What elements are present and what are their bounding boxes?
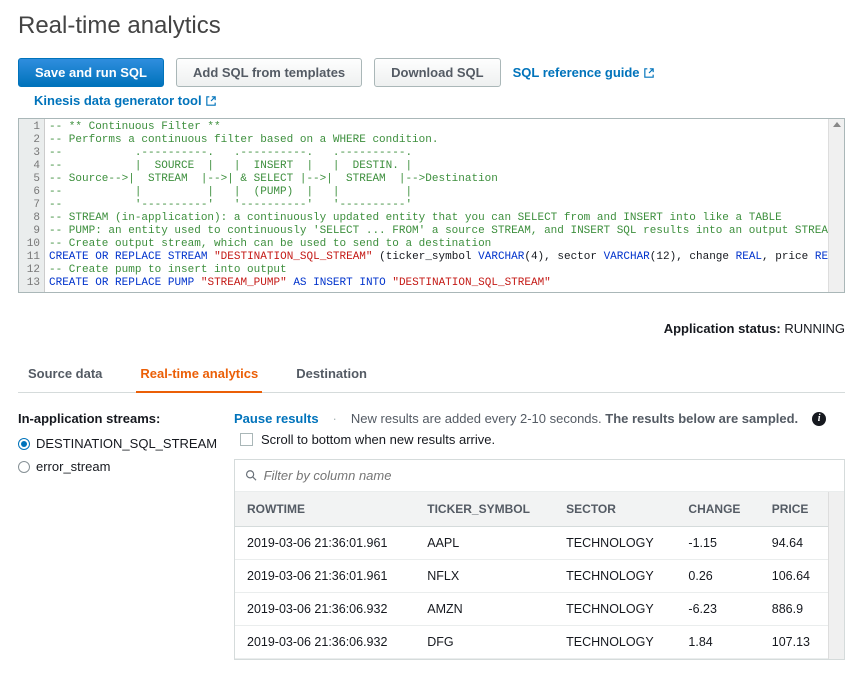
pause-results-link[interactable]: Pause results bbox=[234, 411, 319, 426]
tab-realtime[interactable]: Real-time analytics bbox=[136, 356, 262, 393]
cell: -1.15 bbox=[676, 527, 759, 560]
streams-heading: In-application streams: bbox=[18, 411, 218, 426]
cell: TECHNOLOGY bbox=[554, 527, 676, 560]
editor-code[interactable]: -- ** Continuous Filter **-- Performs a … bbox=[45, 119, 844, 292]
cell: TECHNOLOGY bbox=[554, 560, 676, 593]
cell: AAPL bbox=[415, 527, 554, 560]
cell: NFLX bbox=[415, 560, 554, 593]
application-status: Application status: RUNNING bbox=[18, 321, 845, 336]
cell: 2019-03-06 21:36:06.932 bbox=[235, 593, 415, 626]
cell: 2019-03-06 21:36:01.961 bbox=[235, 527, 415, 560]
results-note: New results are added every 2-10 seconds… bbox=[351, 411, 798, 426]
col-rowtime[interactable]: ROWTIME bbox=[235, 492, 415, 527]
search-icon bbox=[245, 469, 258, 482]
col-change[interactable]: CHANGE bbox=[676, 492, 759, 527]
cell: 106.64 bbox=[760, 560, 828, 593]
tab-source[interactable]: Source data bbox=[24, 356, 106, 393]
results-table-wrap: ROWTIMETICKER_SYMBOLSECTORCHANGEPRICE 20… bbox=[234, 459, 845, 660]
page-title: Real-time analytics bbox=[18, 12, 845, 40]
stream-label: DESTINATION_SQL_STREAM bbox=[36, 436, 217, 451]
scroll-bottom-checkbox-row[interactable]: Scroll to bottom when new results arrive… bbox=[240, 432, 845, 447]
sql-reference-link[interactable]: SQL reference guide bbox=[513, 65, 654, 80]
table-row[interactable]: 2019-03-06 21:36:01.961AAPLTECHNOLOGY-1.… bbox=[235, 527, 828, 560]
sql-reference-label: SQL reference guide bbox=[513, 65, 640, 80]
cell: 1.84 bbox=[676, 626, 759, 659]
save-run-sql-button[interactable]: Save and run SQL bbox=[18, 58, 164, 87]
tab-dest[interactable]: Destination bbox=[292, 356, 371, 393]
stream-err[interactable]: error_stream bbox=[18, 459, 218, 474]
radio-icon bbox=[18, 461, 30, 473]
cell: AMZN bbox=[415, 593, 554, 626]
filter-input[interactable] bbox=[264, 468, 834, 483]
kinesis-generator-link[interactable]: Kinesis data generator tool bbox=[34, 93, 216, 108]
filter-bar bbox=[235, 460, 844, 492]
sql-editor[interactable]: 12345678910111213 -- ** Continuous Filte… bbox=[18, 118, 845, 293]
tabs: Source data Real-time analytics Destinatio… bbox=[18, 356, 845, 393]
stream-label: error_stream bbox=[36, 459, 110, 474]
status-label: Application status: bbox=[664, 321, 781, 336]
cell: 2019-03-06 21:36:06.932 bbox=[235, 626, 415, 659]
cell: 886.9 bbox=[760, 593, 828, 626]
external-link-icon bbox=[644, 68, 654, 78]
cell: TECHNOLOGY bbox=[554, 593, 676, 626]
table-row[interactable]: 2019-03-06 21:36:06.932AMZNTECHNOLOGY-6.… bbox=[235, 593, 828, 626]
col-sector[interactable]: SECTOR bbox=[554, 492, 676, 527]
table-row[interactable]: 2019-03-06 21:36:01.961NFLXTECHNOLOGY0.2… bbox=[235, 560, 828, 593]
editor-gutter: 12345678910111213 bbox=[19, 119, 45, 292]
cell: -6.23 bbox=[676, 593, 759, 626]
streams-sidebar: In-application streams: DESTINATION_SQL_… bbox=[18, 411, 218, 660]
external-link-icon bbox=[206, 96, 216, 106]
scroll-bottom-checkbox[interactable] bbox=[240, 433, 253, 446]
cell: TECHNOLOGY bbox=[554, 626, 676, 659]
kinesis-generator-label: Kinesis data generator tool bbox=[34, 93, 202, 108]
results-panel: Pause results · New results are added ev… bbox=[234, 411, 845, 660]
add-sql-templates-button[interactable]: Add SQL from templates bbox=[176, 58, 362, 87]
table-row[interactable]: 2019-03-06 21:36:06.932DFGTECHNOLOGY1.84… bbox=[235, 626, 828, 659]
col-ticker_symbol[interactable]: TICKER_SYMBOL bbox=[415, 492, 554, 527]
radio-icon bbox=[18, 438, 30, 450]
results-table: ROWTIMETICKER_SYMBOLSECTORCHANGEPRICE 20… bbox=[235, 492, 828, 659]
info-icon[interactable]: i bbox=[812, 412, 826, 426]
cell: 107.13 bbox=[760, 626, 828, 659]
toolbar: Save and run SQL Add SQL from templates … bbox=[18, 58, 845, 87]
table-scrollbar[interactable] bbox=[828, 492, 844, 659]
col-price[interactable]: PRICE bbox=[760, 492, 828, 527]
editor-scrollbar[interactable] bbox=[828, 119, 844, 292]
status-value: RUNNING bbox=[784, 321, 845, 336]
cell: DFG bbox=[415, 626, 554, 659]
cell: 94.64 bbox=[760, 527, 828, 560]
stream-dest[interactable]: DESTINATION_SQL_STREAM bbox=[18, 436, 218, 451]
download-sql-button[interactable]: Download SQL bbox=[374, 58, 500, 87]
cell: 0.26 bbox=[676, 560, 759, 593]
scroll-bottom-label: Scroll to bottom when new results arrive… bbox=[261, 432, 495, 447]
cell: 2019-03-06 21:36:01.961 bbox=[235, 560, 415, 593]
